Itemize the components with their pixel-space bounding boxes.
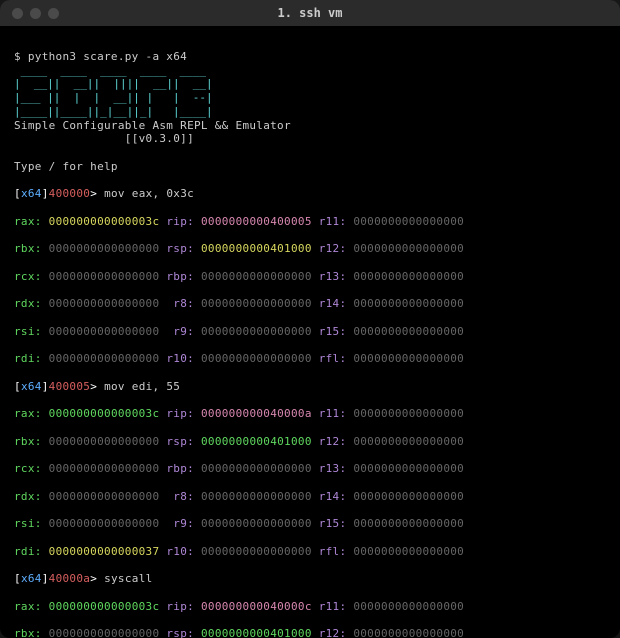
app-subtitle: Simple Configurable Asm REPL && Emulator	[14, 119, 291, 132]
reg-row: rax: 000000000000003c rip: 0000000000400…	[14, 407, 606, 421]
reg-row: rax: 000000000000003c rip: 0000000000400…	[14, 215, 606, 229]
reg-row: rdi: 0000000000000000 r10: 0000000000000…	[14, 352, 606, 366]
reg-row: rcx: 0000000000000000 rbp: 0000000000000…	[14, 270, 606, 284]
reg-row: rdi: 0000000000000037 r10: 0000000000000…	[14, 545, 606, 559]
reg-row: rbx: 0000000000000000 rsp: 0000000000401…	[14, 627, 606, 638]
ascii-logo: ____ ____ ____ ____ ____ | __|| __|| |||…	[14, 64, 213, 118]
app-version: [[v0.3.0]]	[14, 132, 194, 145]
reg-row: rcx: 0000000000000000 rbp: 0000000000000…	[14, 462, 606, 476]
help-hint: Type / for help	[14, 160, 118, 173]
window-title: 1. ssh vm	[0, 6, 620, 20]
reg-row: rbx: 0000000000000000 rsp: 0000000000401…	[14, 435, 606, 449]
titlebar: 1. ssh vm	[0, 0, 620, 26]
reg-row: rdx: 0000000000000000 r8: 00000000000000…	[14, 297, 606, 311]
close-icon[interactable]	[12, 8, 23, 19]
reg-row: rbx: 0000000000000000 rsp: 0000000000401…	[14, 242, 606, 256]
terminal-window: 1. ssh vm $ python3 scare.py -a x64 ____…	[0, 0, 620, 638]
minimize-icon[interactable]	[30, 8, 41, 19]
reg-row: rsi: 0000000000000000 r9: 00000000000000…	[14, 517, 606, 531]
zoom-icon[interactable]	[48, 8, 59, 19]
repl-prompt: [x64]40000a> syscall	[14, 572, 606, 586]
repl-prompt: [x64]400005> mov edi, 55	[14, 380, 606, 394]
reg-row: rdx: 0000000000000000 r8: 00000000000000…	[14, 490, 606, 504]
terminal-body[interactable]: $ python3 scare.py -a x64 ____ ____ ____…	[0, 26, 620, 638]
reg-row: rax: 000000000000003c rip: 0000000000400…	[14, 600, 606, 614]
repl-prompt: [x64]400000> mov eax, 0x3c	[14, 187, 606, 201]
reg-row: rsi: 0000000000000000 r9: 00000000000000…	[14, 325, 606, 339]
window-controls	[0, 8, 59, 19]
shell-line: $ python3 scare.py -a x64	[14, 50, 187, 63]
